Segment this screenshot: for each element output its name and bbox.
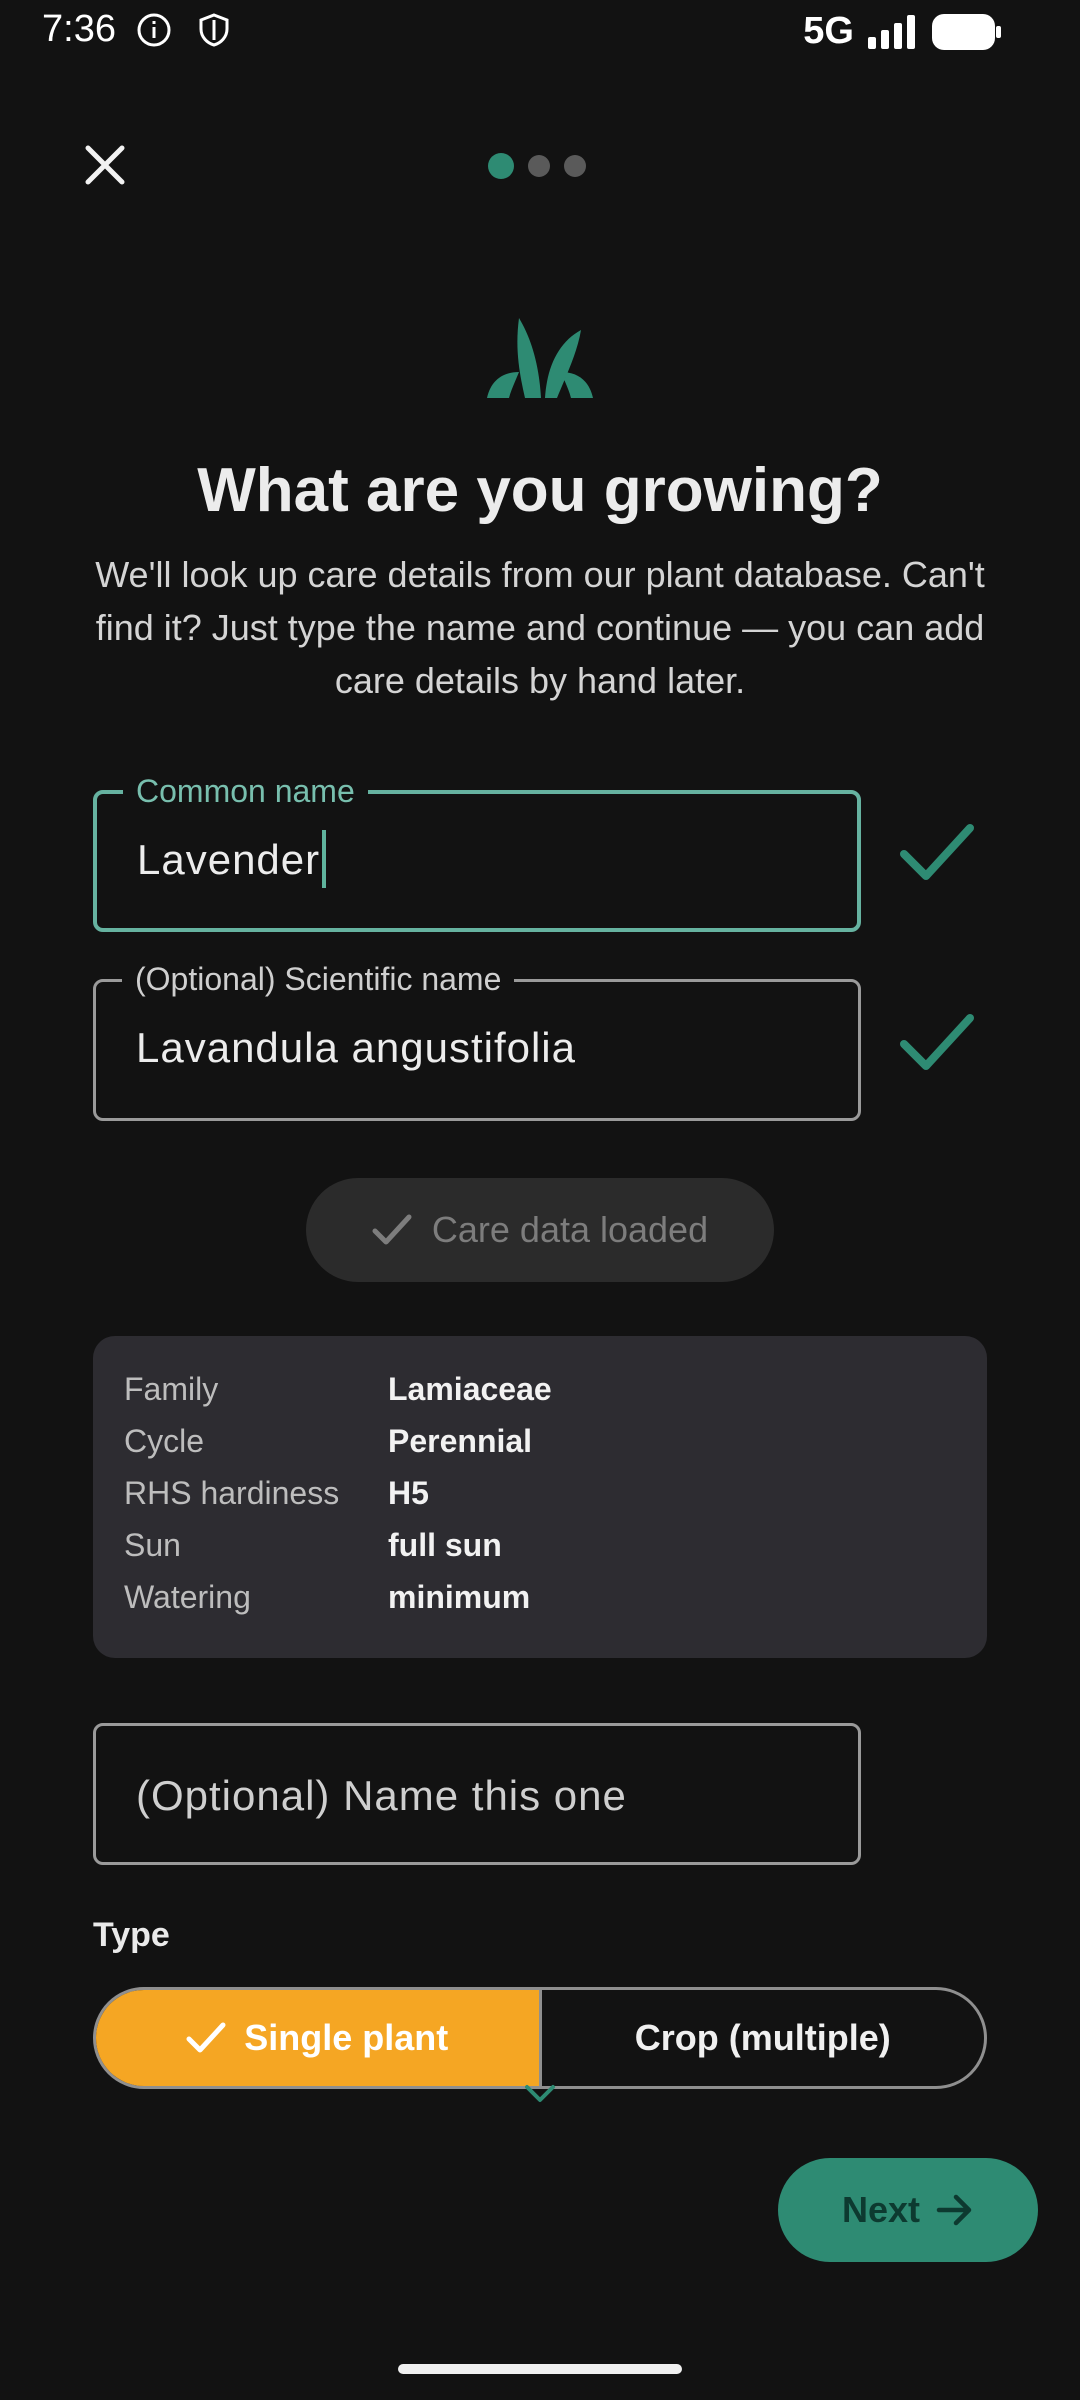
check-icon <box>186 2022 226 2053</box>
info-icon <box>137 13 171 47</box>
close-icon[interactable] <box>78 138 132 192</box>
signal-icon <box>868 14 915 49</box>
common-name-input[interactable]: Lavender <box>137 829 327 888</box>
scientific-name-input[interactable]: Lavandula angustifolia <box>136 1024 576 1072</box>
care-key: Sun <box>124 1527 181 1563</box>
care-key: RHS hardiness <box>124 1475 340 1511</box>
nickname-field[interactable]: (Optional) Name this one <box>93 1723 861 1865</box>
care-data-loaded-chip: Care data loaded <box>306 1178 774 1282</box>
scientific-name-label: (Optional) Scientific name <box>122 961 515 998</box>
home-indicator[interactable] <box>398 2364 682 2374</box>
care-key: Watering <box>124 1579 251 1615</box>
chevron-down-icon <box>525 2085 555 2102</box>
type-option-single-plant[interactable]: Single plant <box>96 1990 542 2086</box>
care-value: minimum <box>388 1579 531 1615</box>
arrow-right-icon <box>936 2194 972 2226</box>
care-key: Cycle <box>124 1423 205 1459</box>
care-key: Family <box>124 1371 219 1407</box>
check-icon <box>900 824 974 880</box>
status-time: 7:36 <box>42 8 116 50</box>
next-button-label: Next <box>841 2189 921 2230</box>
type-option-crop[interactable]: Crop (multiple) <box>542 1990 985 2086</box>
sprout-icon <box>487 318 593 398</box>
check-icon <box>900 1014 974 1070</box>
network-type: 5G <box>803 10 854 52</box>
step-dot <box>564 155 586 177</box>
type-label: Type <box>93 1916 170 1954</box>
page-title: What are you growing? <box>197 456 883 525</box>
scientific-name-field[interactable]: (Optional) Scientific name Lavandula ang… <box>93 961 861 1121</box>
battery-icon <box>932 13 1001 50</box>
common-name-label: Common name <box>123 773 368 810</box>
page-subtitle: We'll look up care details from our plan… <box>95 554 985 701</box>
step-dot <box>528 155 550 177</box>
type-option-label: Single plant <box>244 2017 449 2058</box>
type-segmented-control: Single plant Crop (multiple) <box>93 1987 987 2089</box>
check-icon <box>372 1214 412 1245</box>
shield-icon <box>199 13 229 47</box>
care-value: Perennial <box>388 1423 533 1459</box>
care-value: full sun <box>388 1527 502 1563</box>
text-cursor <box>322 829 327 888</box>
care-data-loaded-label: Care data loaded <box>431 1209 709 1250</box>
type-option-label: Crop (multiple) <box>634 2017 891 2058</box>
status-indicators: 5G <box>803 10 1002 53</box>
care-value: Lamiaceae <box>388 1371 552 1407</box>
step-dot-active <box>488 153 514 179</box>
care-value: H5 <box>388 1475 429 1511</box>
nickname-input[interactable]: (Optional) Name this one <box>136 1772 627 1820</box>
step-indicator <box>488 153 586 179</box>
care-details-card: Family Lamiaceae Cycle Perennial RHS har… <box>93 1336 987 1658</box>
next-button[interactable]: Next <box>778 2158 1038 2262</box>
common-name-field[interactable]: Common name Lavender <box>93 773 861 932</box>
